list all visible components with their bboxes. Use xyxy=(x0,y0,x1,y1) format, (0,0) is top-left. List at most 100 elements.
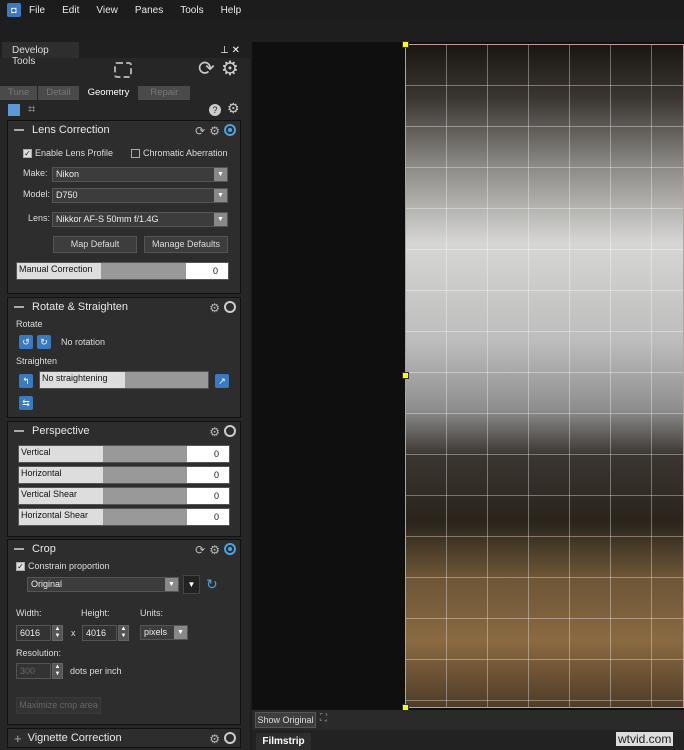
menu-bar: ◘ File Edit View Panes Tools Help xyxy=(0,0,684,20)
fullscreen-icon[interactable]: ⛶ xyxy=(320,713,327,724)
height-input[interactable]: 4016 xyxy=(82,625,117,641)
chromatic-aberration-checkbox[interactable]: Chromatic Aberration xyxy=(131,148,228,159)
section-title: Lens Correction xyxy=(32,124,110,136)
flip-icon[interactable]: ⇆ xyxy=(19,396,33,410)
menu-edit[interactable]: Edit xyxy=(62,5,79,16)
menu-file[interactable]: File xyxy=(29,5,45,16)
enable-toggle-icon[interactable] xyxy=(224,543,236,555)
enable-toggle-icon[interactable] xyxy=(224,425,236,437)
collapse-icon[interactable] xyxy=(14,430,24,432)
proportion-dropdown-button[interactable]: ▼ xyxy=(183,575,200,594)
section-title: Vignette Correction xyxy=(27,732,122,744)
selection-icon[interactable] xyxy=(114,62,132,78)
manage-defaults-button[interactable]: Manage Defaults xyxy=(144,236,228,253)
make-select[interactable]: Nikon ▼ xyxy=(52,167,228,182)
app-camera-icon[interactable]: ◘ xyxy=(7,3,21,17)
constrain-proportion-checkbox[interactable]: ✓ Constrain proportion xyxy=(16,561,110,572)
gear-icon[interactable]: ⚙ xyxy=(209,425,220,439)
show-original-button[interactable]: Show Original xyxy=(255,712,316,728)
section-title: Perspective xyxy=(32,425,90,437)
width-spinner[interactable]: ▲ ▼ xyxy=(52,625,63,641)
lens-correction-section: Lens Correction ⟳ ⚙ ✓ Enable Lens Profile … xyxy=(7,120,241,294)
straighten-tool-icon[interactable]: ↰ xyxy=(19,374,33,388)
times-sign: x xyxy=(71,628,76,638)
panel-title: Develop Tools xyxy=(2,42,79,67)
vertical-slider[interactable]: Vertical 0 xyxy=(18,445,230,463)
menu-view[interactable]: View xyxy=(96,5,118,16)
height-label: Height: xyxy=(81,608,110,618)
crop-tool-icon[interactable]: ⌗ xyxy=(28,101,35,117)
collapse-icon[interactable] xyxy=(14,548,24,550)
rotation-value: No rotation xyxy=(61,337,106,347)
help-icon[interactable]: ? xyxy=(209,104,221,116)
maximize-crop-area-button[interactable]: Maximize crop area xyxy=(16,697,101,714)
pin-close-icons[interactable]: ⊥ ✕ xyxy=(220,45,240,56)
tab-detail[interactable]: Detail xyxy=(38,86,79,100)
grid-icon[interactable] xyxy=(8,104,20,116)
enable-toggle-icon[interactable] xyxy=(224,301,236,313)
straighten-apply-icon[interactable]: ↗ xyxy=(215,374,229,388)
rotate-left-icon[interactable]: ↺ xyxy=(19,335,33,349)
height-spinner[interactable]: ▲ ▼ xyxy=(118,625,129,641)
rotate-straighten-section: Rotate & Straighten ⚙ Rotate ↺ ↻ No rota… xyxy=(7,297,241,418)
units-label: Units: xyxy=(140,608,164,618)
resolution-label: Resolution: xyxy=(16,648,62,658)
reset-icon[interactable]: ⟳ xyxy=(198,56,215,81)
width-label: Width: xyxy=(16,608,42,618)
view-toolbar: Show Original ⛶ xyxy=(252,710,684,730)
collapse-icon[interactable] xyxy=(14,129,24,131)
map-default-button[interactable]: Map Default xyxy=(53,236,137,253)
manual-correction-slider[interactable]: Manual Correction 0 xyxy=(16,262,229,280)
straighten-label: Straighten xyxy=(16,356,58,366)
model-select[interactable]: D750 ▼ xyxy=(52,188,228,203)
width-input[interactable]: 6016 xyxy=(16,625,51,641)
lens-label: Lens: xyxy=(28,213,51,223)
photo-with-crop-grid[interactable] xyxy=(405,44,684,708)
gear-icon[interactable]: ⚙ xyxy=(209,732,220,746)
crop-handle-left[interactable] xyxy=(402,372,409,379)
resolution-spinner[interactable]: ▲ ▼ xyxy=(52,663,63,679)
rotate-label: Rotate xyxy=(16,319,43,329)
crop-grid-overlay xyxy=(406,45,683,707)
filmstrip-tab[interactable]: Filmstrip xyxy=(256,733,311,750)
model-label: Model: xyxy=(23,189,51,199)
make-label: Make: xyxy=(23,168,48,178)
menu-help[interactable]: Help xyxy=(221,5,242,16)
lens-select[interactable]: Nikkor AF-S 50mm f/1.4G ▼ xyxy=(52,212,228,227)
gear-icon[interactable]: ⚙ xyxy=(209,543,220,557)
tab-repair[interactable]: Repair xyxy=(138,86,191,100)
tab-bar: Tune Detail Geometry Repair xyxy=(0,86,191,100)
filmstrip-bar: Filmstrip wtvid.com xyxy=(252,730,684,750)
section-title: Rotate & Straighten xyxy=(32,301,129,313)
rotate-right-icon[interactable]: ↻ xyxy=(37,335,51,349)
crop-handle-top-left[interactable] xyxy=(402,41,409,48)
collapse-icon[interactable] xyxy=(14,306,24,308)
menu-panes[interactable]: Panes xyxy=(135,5,163,16)
straighten-slider[interactable]: No straightening xyxy=(39,371,209,389)
settings-icon[interactable]: ⚙ xyxy=(227,100,240,117)
enable-toggle-icon[interactable] xyxy=(224,732,236,744)
vignette-correction-section: + Vignette Correction ⚙ xyxy=(7,728,241,748)
swap-orientation-icon[interactable]: ↻ xyxy=(206,576,218,593)
enable-toggle-icon[interactable] xyxy=(224,124,236,136)
watermark: wtvid.com xyxy=(616,732,674,746)
section-title: Crop xyxy=(32,543,56,555)
gear-icon[interactable]: ⚙ xyxy=(209,124,220,138)
tab-geometry[interactable]: Geometry xyxy=(79,86,138,100)
gear-icon[interactable]: ⚙ xyxy=(209,301,220,315)
crop-section: Crop ⟳ ⚙ ✓ Constrain proportion Original ▼ … xyxy=(7,539,241,725)
perspective-section: Perspective ⚙ Vertical 0 Horizontal 0 Vert… xyxy=(7,421,241,537)
units-select[interactable]: pixels ▼ xyxy=(140,625,188,640)
enable-lens-profile-checkbox[interactable]: ✓ Enable Lens Profile xyxy=(23,148,113,159)
reset-icon[interactable]: ⟳ xyxy=(195,124,205,138)
vertical-shear-slider[interactable]: Vertical Shear 0 xyxy=(18,487,230,505)
reset-icon[interactable]: ⟳ xyxy=(195,543,205,557)
menu-tools[interactable]: Tools xyxy=(180,5,203,16)
tab-tune[interactable]: Tune xyxy=(0,86,38,100)
gear-icon[interactable]: ⚙ xyxy=(221,56,239,81)
horizontal-shear-slider[interactable]: Horizontal Shear 0 xyxy=(18,508,230,526)
expand-icon[interactable]: + xyxy=(14,731,22,746)
proportion-select[interactable]: Original ▼ xyxy=(27,577,179,592)
resolution-input[interactable]: 300 xyxy=(16,663,51,679)
horizontal-slider[interactable]: Horizontal 0 xyxy=(18,466,230,484)
